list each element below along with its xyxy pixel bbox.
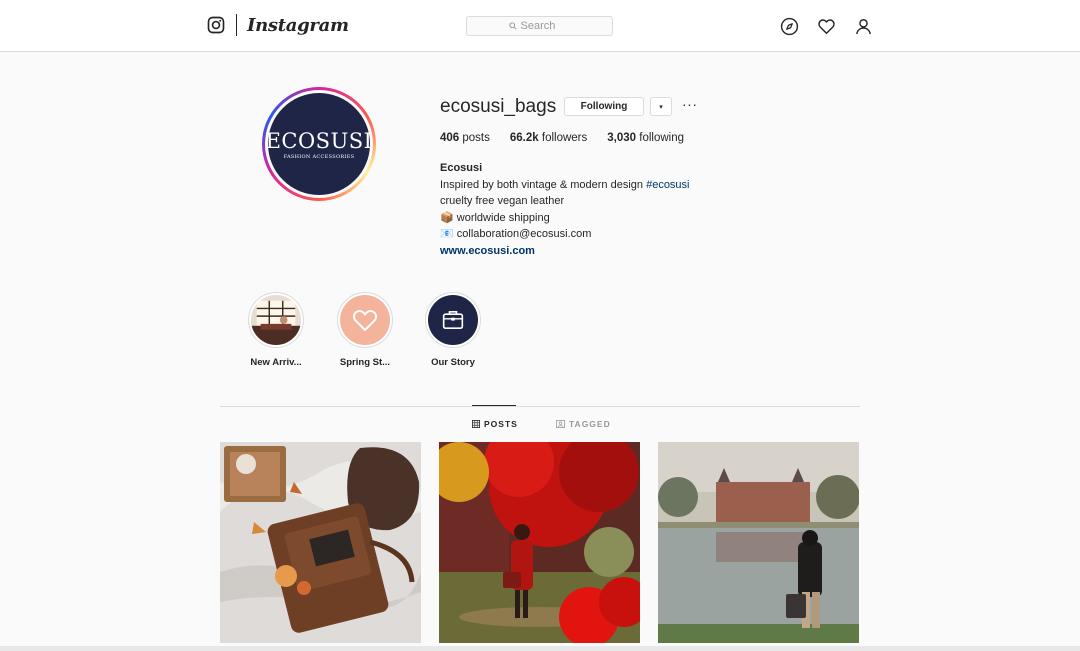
avatar-logo: ECOSUSI FASHION ACCESSORIES (265, 93, 373, 195)
profile-avatar[interactable]: ECOSUSI FASHION ACCESSORIES (262, 87, 376, 201)
profile-stats: 406 posts 66.2k followers 3,030 followin… (440, 132, 704, 144)
tagged-icon (556, 420, 565, 428)
post-thumbnail-red-autumn[interactable] (439, 442, 640, 643)
search-input[interactable] (520, 20, 571, 32)
post-thumbnail-bag-flatlay[interactable] (220, 442, 421, 643)
avatar-brand-text: ECOSUSI (265, 128, 373, 153)
search-icon (508, 22, 517, 30)
highlight-new-arrivals[interactable]: New Arriv... (241, 292, 311, 368)
grid-icon (472, 420, 480, 428)
top-nav: Instagram (0, 0, 1080, 52)
nav-icons (779, 16, 873, 36)
followers-count[interactable]: 66.2k followers (510, 132, 587, 144)
active-tab-indicator (472, 405, 516, 406)
tab-posts[interactable]: POSTS (472, 419, 518, 429)
bio-line-2: cruelty free vegan leather (440, 195, 565, 207)
highlight-label: New Arriv... (250, 357, 302, 368)
posts-count: 406 posts (440, 132, 490, 144)
highlight-thumbnail (251, 295, 301, 345)
profile-bio: Ecosusi Inspired by both vintage & moder… (440, 160, 690, 259)
post-thumbnail-castle-lake[interactable] (658, 442, 859, 643)
package-emoji-icon: 📦 (440, 211, 454, 224)
profile-username: ecosusi_bags (440, 96, 557, 117)
envelope-emoji-icon: 📧 (440, 228, 454, 240)
tabs-divider (220, 406, 860, 407)
bio-line-1: Inspired by both vintage & modern design… (440, 178, 690, 191)
browser-bottom-edge (0, 646, 1080, 651)
heart-icon[interactable] (816, 16, 836, 36)
highlight-spring-story[interactable]: Spring St... (330, 292, 400, 368)
highlight-bag-icon (428, 295, 478, 345)
following-count[interactable]: 3,030 following (607, 132, 684, 144)
suggestions-dropdown-button[interactable]: ▾ (650, 97, 672, 116)
bio-line-4: 📧 collaboration@ecosusi.com (440, 228, 592, 240)
highlight-label: Our Story (431, 357, 475, 368)
profile-website-link[interactable]: www.ecosusi.com (440, 245, 535, 257)
instagram-logo-icon[interactable] (207, 16, 225, 34)
bio-hashtag-link[interactable]: #ecosusi (646, 179, 689, 191)
highlight-our-story[interactable]: Our Story (418, 292, 488, 368)
highlight-label: Spring St... (339, 357, 391, 368)
profile-icon[interactable] (853, 16, 873, 36)
bio-line-3: 📦 worldwide shipping (440, 211, 550, 224)
search-box[interactable] (466, 16, 613, 36)
highlight-heart-icon (340, 295, 390, 345)
tab-tagged[interactable]: TAGGED (556, 419, 611, 429)
instagram-wordmark[interactable]: Instagram (247, 15, 349, 36)
following-button[interactable]: Following (564, 97, 644, 116)
nav-divider (236, 14, 237, 36)
profile-full-name: Ecosusi (440, 162, 483, 174)
nav-brand[interactable]: Instagram (207, 14, 349, 36)
compass-icon[interactable] (779, 16, 799, 36)
avatar-tagline-text: FASHION ACCESSORIES (283, 153, 355, 160)
more-options-icon[interactable]: ··· (682, 96, 698, 112)
